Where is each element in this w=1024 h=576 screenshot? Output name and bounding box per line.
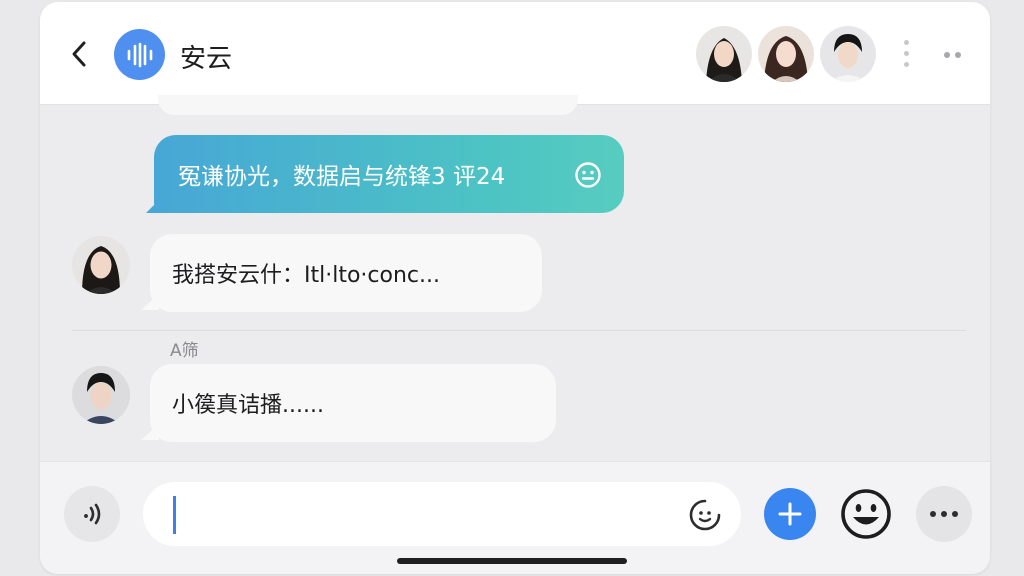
add-attachment-button[interactable] <box>764 488 816 540</box>
soundwave-icon <box>127 42 152 67</box>
message-list[interactable]: 冤谦协光，数据启与统锋3 评24 我搭安云什：Itl·lto·conc... A… <box>40 95 990 461</box>
more-icon <box>944 52 950 58</box>
chat-title: 安云 <box>180 44 233 74</box>
group-avatar[interactable] <box>114 29 165 80</box>
smiley-icon[interactable] <box>574 161 602 189</box>
plus-icon <box>778 502 802 526</box>
previous-message-bubble <box>158 95 578 115</box>
chat-window: 安云 冤谦协光，数据启与统锋3 评24 我搭安云什：Itl·lto·conc..… <box>40 2 990 574</box>
voice-button[interactable] <box>64 486 120 542</box>
composer-bar <box>40 461 990 574</box>
kebab-icon <box>903 40 909 45</box>
divider <box>72 330 966 331</box>
incoming-message-text: 我搭安云什：Itl·lto·conc... <box>172 263 440 288</box>
sender-name: A筛 <box>170 341 199 361</box>
emoji-icon[interactable] <box>838 486 894 542</box>
incoming-message-text: 小篌真诘播...... <box>172 393 324 418</box>
sender-avatar[interactable] <box>72 236 130 294</box>
outgoing-message-bubble[interactable]: 冤谦协光，数据启与统锋3 评24 <box>146 135 624 213</box>
more-button[interactable] <box>916 486 972 542</box>
back-button[interactable] <box>66 40 92 68</box>
sender-avatar[interactable] <box>72 366 130 424</box>
outgoing-message-text: 冤谦协光，数据启与统锋3 评24 <box>178 164 506 190</box>
voice-icon <box>84 503 101 525</box>
incoming-message-bubble[interactable]: 小篌真诘播...... <box>141 364 556 442</box>
message-input[interactable] <box>171 498 655 532</box>
kebab-menu-button[interactable] <box>902 40 910 70</box>
member-avatar[interactable] <box>756 24 816 84</box>
member-avatar[interactable] <box>818 24 878 84</box>
more-options-button[interactable] <box>944 52 961 58</box>
sticker-icon[interactable] <box>687 497 723 533</box>
more-icon <box>930 511 936 517</box>
member-avatar[interactable] <box>694 24 754 84</box>
incoming-message-bubble[interactable]: 我搭安云什：Itl·lto·conc... <box>141 234 542 312</box>
chevron-left-icon <box>72 41 86 67</box>
chat-header: 安云 <box>40 2 990 105</box>
message-input-box[interactable] <box>143 482 741 546</box>
home-indicator <box>397 558 627 564</box>
